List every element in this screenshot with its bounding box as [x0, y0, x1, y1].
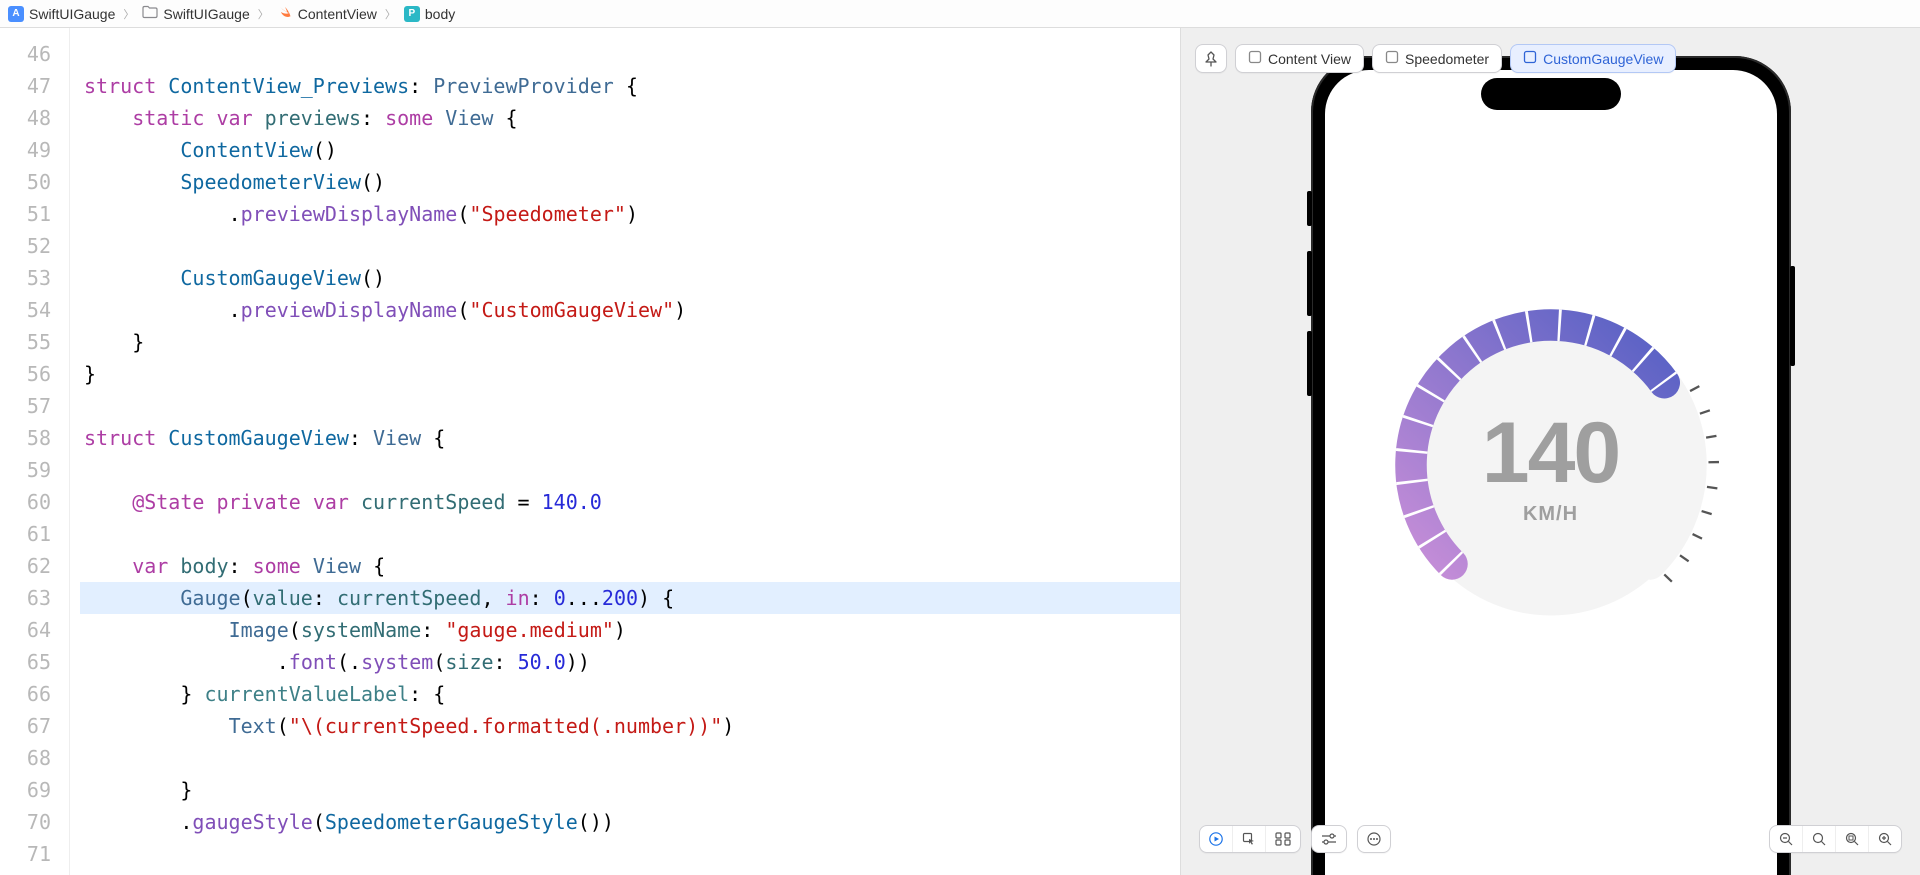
- play-icon: [1209, 832, 1223, 846]
- code-line[interactable]: @State private var currentSpeed = 140.0: [80, 486, 1180, 518]
- device-screen[interactable]: 140 KM/H: [1325, 70, 1777, 875]
- preview-tabs: Content View Speedometer CustomGaugeView: [1195, 44, 1676, 73]
- pin-preview-button[interactable]: [1195, 44, 1227, 73]
- zoom-out-full-button[interactable]: [1770, 826, 1802, 852]
- variants-icon: [1275, 832, 1291, 846]
- breadcrumb-bar: A SwiftUIGauge 〉 SwiftUIGauge 〉 ContentV…: [0, 0, 1920, 28]
- code-editor[interactable]: 4647484950515253545556575859606162636465…: [0, 28, 1180, 875]
- zoom-group: [1769, 825, 1902, 853]
- selectable-preview-button[interactable]: [1232, 826, 1265, 852]
- breadcrumb-label: SwiftUIGauge: [29, 6, 115, 22]
- code-line[interactable]: }: [80, 326, 1180, 358]
- device-mute-switch: [1307, 191, 1312, 226]
- magnify-minus-icon: [1779, 832, 1793, 846]
- preview-tab-label: Content View: [1268, 51, 1351, 67]
- chevron-right-icon: 〉: [385, 6, 396, 22]
- code-line[interactable]: [80, 454, 1180, 486]
- sliders-icon: [1321, 832, 1337, 846]
- device-volume-up: [1307, 251, 1312, 316]
- code-line[interactable]: } currentValueLabel: {: [80, 678, 1180, 710]
- device-settings-group: [1311, 825, 1347, 853]
- preview-mode-group: [1199, 825, 1301, 853]
- preview-tab-icon: [1523, 50, 1537, 67]
- preview-tab-label: CustomGaugeView: [1543, 51, 1663, 67]
- device-settings-button[interactable]: [1312, 826, 1346, 852]
- live-preview-play-button[interactable]: [1200, 826, 1232, 852]
- preview-tab-speedometer[interactable]: Speedometer: [1372, 44, 1502, 73]
- code-line[interactable]: SpeedometerView(): [80, 166, 1180, 198]
- code-line[interactable]: [80, 38, 1180, 70]
- chevron-right-icon: 〉: [258, 6, 269, 22]
- code-line[interactable]: .previewDisplayName("CustomGaugeView"): [80, 294, 1180, 326]
- breadcrumb-item-project[interactable]: A SwiftUIGauge: [8, 6, 115, 22]
- breadcrumb-label: SwiftUIGauge: [163, 6, 249, 22]
- device-frame: 140 KM/H: [1311, 56, 1791, 875]
- pin-icon: [1204, 51, 1218, 67]
- zoom-fit-button[interactable]: [1835, 826, 1868, 852]
- line-number-gutter: 4647484950515253545556575859606162636465…: [0, 28, 70, 875]
- variants-button[interactable]: [1265, 826, 1300, 852]
- breadcrumb-item-folder[interactable]: SwiftUIGauge: [142, 5, 249, 22]
- code-line[interactable]: }: [80, 358, 1180, 390]
- code-line[interactable]: struct ContentView_Previews: PreviewProv…: [80, 70, 1180, 102]
- code-line[interactable]: }: [80, 774, 1180, 806]
- gauge-unit-label: KM/H: [1523, 503, 1578, 526]
- code-line[interactable]: [80, 518, 1180, 550]
- breadcrumb-label: ContentView: [298, 6, 377, 22]
- preview-tab-content-view[interactable]: Content View: [1235, 44, 1364, 73]
- zoom-out-button[interactable]: [1802, 826, 1835, 852]
- canvas-settings-group: [1357, 825, 1391, 853]
- code-line[interactable]: .previewDisplayName("Speedometer"): [80, 198, 1180, 230]
- swift-icon: [277, 4, 293, 23]
- zoom-in-button[interactable]: [1868, 826, 1901, 852]
- code-line[interactable]: [80, 390, 1180, 422]
- gauge-value: 140: [1482, 404, 1620, 503]
- cursor-rect-icon: [1242, 832, 1256, 846]
- code-line[interactable]: .gaugeStyle(SpeedometerGaugeStyle()): [80, 806, 1180, 838]
- magnify-fit-icon: [1845, 832, 1859, 846]
- breadcrumb-item-file[interactable]: ContentView: [277, 4, 377, 23]
- code-line[interactable]: var body: some View {: [80, 550, 1180, 582]
- canvas-settings-button[interactable]: [1358, 826, 1390, 852]
- code-line[interactable]: Text("\(currentSpeed.formatted(.number))…: [80, 710, 1180, 742]
- ellipsis-circle-icon: [1367, 832, 1381, 846]
- device-volume-down: [1307, 331, 1312, 396]
- chevron-right-icon: 〉: [123, 6, 134, 22]
- code-line[interactable]: static var previews: some View {: [80, 102, 1180, 134]
- device-dynamic-island: [1481, 78, 1621, 110]
- code-line[interactable]: Gauge(value: currentSpeed, in: 0...200) …: [80, 582, 1180, 614]
- code-area[interactable]: struct ContentView_Previews: PreviewProv…: [70, 28, 1180, 875]
- preview-tab-label: Speedometer: [1405, 51, 1489, 67]
- magnify-icon: [1812, 832, 1826, 846]
- code-line[interactable]: ContentView(): [80, 134, 1180, 166]
- preview-tab-icon: [1385, 50, 1399, 67]
- code-line[interactable]: struct CustomGaugeView: View {: [80, 422, 1180, 454]
- code-line[interactable]: [80, 742, 1180, 774]
- breadcrumb-label: body: [425, 6, 455, 22]
- gauge: 140 KM/H: [1376, 290, 1726, 640]
- code-line[interactable]: [80, 230, 1180, 262]
- device-power-button: [1790, 266, 1795, 366]
- breadcrumb-item-symbol[interactable]: P body: [404, 6, 455, 22]
- project-icon: A: [8, 6, 24, 22]
- code-line[interactable]: [80, 838, 1180, 870]
- code-line[interactable]: .font(.system(size: 50.0)): [80, 646, 1180, 678]
- code-line[interactable]: CustomGaugeView(): [80, 262, 1180, 294]
- preview-tab-icon: [1248, 50, 1262, 67]
- preview-tab-custom-gauge-view[interactable]: CustomGaugeView: [1510, 44, 1676, 73]
- preview-bottom-toolbar: [1199, 825, 1902, 853]
- preview-canvas: Content View Speedometer CustomGaugeView: [1180, 28, 1920, 875]
- magnify-plus-icon: [1878, 832, 1892, 846]
- property-icon: P: [404, 6, 420, 22]
- folder-icon: [142, 5, 158, 22]
- code-line[interactable]: Image(systemName: "gauge.medium"): [80, 614, 1180, 646]
